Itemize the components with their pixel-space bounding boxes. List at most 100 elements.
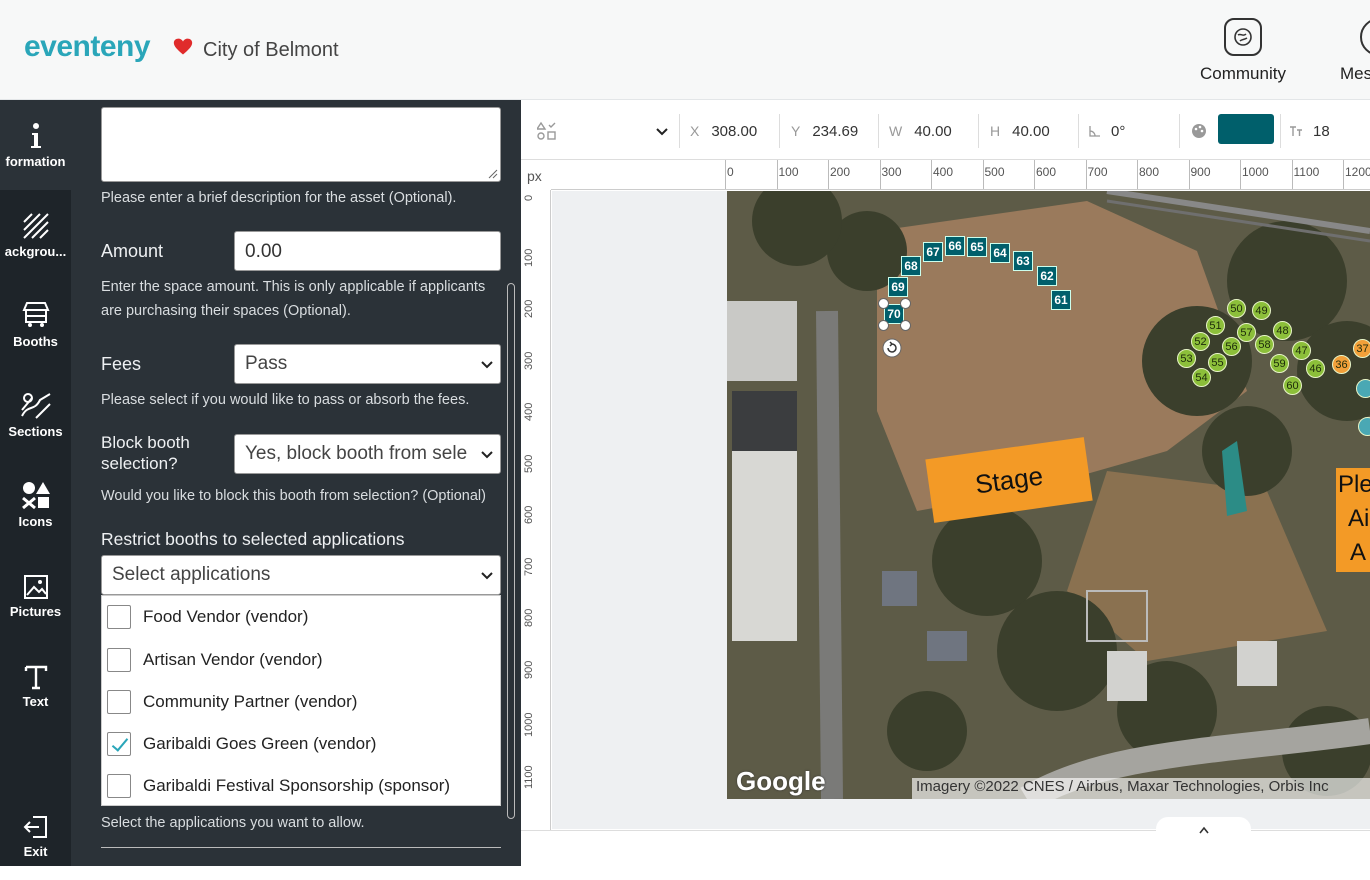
picture-icon bbox=[0, 566, 71, 600]
nav-community[interactable]: Community bbox=[1200, 18, 1286, 84]
resize-handle[interactable] bbox=[900, 320, 911, 331]
ruler-tick bbox=[879, 160, 881, 189]
checkbox-checked[interactable] bbox=[107, 732, 131, 756]
booth-partial[interactable] bbox=[1358, 417, 1370, 436]
separator bbox=[1179, 114, 1180, 148]
restrict-help: Select the applications you want to allo… bbox=[101, 815, 365, 831]
checkbox[interactable] bbox=[107, 648, 131, 672]
rail-text[interactable]: Text bbox=[0, 640, 71, 730]
booth-37[interactable]: 37 bbox=[1353, 339, 1370, 358]
shape-picker[interactable] bbox=[537, 116, 669, 146]
booth-47[interactable]: 47 bbox=[1292, 341, 1311, 360]
restrict-applications-select[interactable]: Select applications bbox=[101, 555, 501, 595]
organization-name: City of Belmont bbox=[203, 39, 339, 61]
booth-68[interactable]: 68 bbox=[901, 256, 921, 276]
booth-59[interactable]: 59 bbox=[1270, 354, 1289, 373]
rotation-field[interactable]: 0° bbox=[1089, 116, 1125, 146]
booth-partial[interactable] bbox=[1356, 379, 1370, 398]
resize-handle[interactable] bbox=[878, 320, 889, 331]
expand-bottom-button[interactable] bbox=[1156, 817, 1251, 841]
booth-46[interactable]: 46 bbox=[1306, 359, 1325, 378]
chevron-down-icon bbox=[656, 128, 668, 136]
description-textarea[interactable] bbox=[101, 107, 501, 182]
booth-69[interactable]: 69 bbox=[888, 277, 908, 297]
block-selected-value: Yes, block booth from sele bbox=[245, 443, 468, 464]
amount-help-line1: Enter the space amount. This is only app… bbox=[101, 279, 486, 295]
rail-background[interactable]: ackgrou... bbox=[0, 190, 71, 280]
h-key: H bbox=[990, 123, 1001, 139]
y-field[interactable]: Y 234.69 bbox=[791, 116, 858, 146]
booth-62[interactable]: 62 bbox=[1037, 266, 1057, 286]
application-option-label: Garibaldi Festival Sponsorship (sponsor) bbox=[143, 776, 451, 795]
rotate-handle-icon[interactable] bbox=[882, 338, 902, 358]
block-booth-select[interactable]: Yes, block booth from sele bbox=[234, 434, 501, 474]
palette-button[interactable] bbox=[1191, 116, 1207, 146]
font-size-icon bbox=[1290, 126, 1302, 136]
booth-58[interactable]: 58 bbox=[1255, 335, 1274, 354]
checkbox[interactable] bbox=[107, 690, 131, 714]
application-option[interactable]: Garibaldi Festival Sponsorship (sponsor) bbox=[107, 773, 450, 799]
ruler-tick bbox=[828, 160, 829, 189]
x-field[interactable]: X 308.00 bbox=[690, 116, 757, 146]
booth-57[interactable]: 57 bbox=[1237, 323, 1256, 342]
rail-background-label: ackgrou... bbox=[4, 244, 67, 259]
booth-66[interactable]: 66 bbox=[945, 236, 965, 256]
left-tool-rail: formation ackgrou... Booths Sections Ico… bbox=[0, 100, 71, 866]
resize-handle[interactable] bbox=[878, 298, 889, 309]
booth-65[interactable]: 65 bbox=[967, 237, 987, 257]
rail-pictures-label: Pictures bbox=[9, 604, 62, 619]
nav-messages[interactable]: Mes bbox=[1340, 18, 1370, 84]
rail-sections[interactable]: Sections bbox=[0, 370, 71, 460]
application-option[interactable]: Artisan Vendor (vendor) bbox=[107, 647, 323, 673]
booth-settings-panel: Please enter a brief description for the… bbox=[71, 100, 521, 866]
ruler-tick-label: 200 bbox=[523, 299, 535, 318]
font-size-field[interactable]: 18 bbox=[1289, 116, 1330, 146]
booth-61[interactable]: 61 bbox=[1051, 290, 1071, 310]
application-option[interactable]: Food Vendor (vendor) bbox=[107, 604, 308, 630]
booth-48[interactable]: 48 bbox=[1273, 321, 1292, 340]
text-icon bbox=[0, 656, 71, 690]
rail-information-label: formation bbox=[5, 154, 66, 169]
height-field[interactable]: H 40.00 bbox=[990, 116, 1050, 146]
fill-color-swatch[interactable] bbox=[1218, 114, 1274, 144]
width-field[interactable]: W 40.00 bbox=[889, 116, 952, 146]
panel-scrollbar[interactable] bbox=[507, 283, 515, 819]
booth-36[interactable]: 36 bbox=[1332, 355, 1351, 374]
booth-53[interactable]: 53 bbox=[1177, 349, 1196, 368]
rail-exit[interactable]: Exit bbox=[0, 790, 71, 880]
plaza-marker[interactable]: Ple Ai A bbox=[1336, 468, 1370, 572]
booth-60[interactable]: 60 bbox=[1283, 376, 1302, 395]
eventeny-logo[interactable]: eventeny bbox=[24, 30, 151, 64]
ruler-tick bbox=[1291, 160, 1293, 189]
application-option-label: Artisan Vendor (vendor) bbox=[143, 650, 323, 669]
fees-select[interactable]: Pass bbox=[234, 344, 501, 384]
map-attribution[interactable]: Imagery ©2022 CNES / Airbus, Maxar Techn… bbox=[912, 778, 1370, 799]
booth-63[interactable]: 63 bbox=[1013, 251, 1033, 271]
resize-grip-icon[interactable] bbox=[488, 169, 498, 179]
rail-pictures[interactable]: Pictures bbox=[0, 550, 71, 640]
booth-50[interactable]: 50 bbox=[1227, 299, 1246, 318]
booth-67[interactable]: 67 bbox=[923, 242, 943, 262]
booth-64[interactable]: 64 bbox=[990, 243, 1010, 263]
resize-handle[interactable] bbox=[900, 298, 911, 309]
x-value: 308.00 bbox=[711, 122, 758, 140]
booth-51[interactable]: 51 bbox=[1206, 316, 1225, 335]
application-option[interactable]: Community Partner (vendor) bbox=[107, 689, 357, 715]
application-option[interactable]: Garibaldi Goes Green (vendor) bbox=[107, 731, 376, 757]
checkbox[interactable] bbox=[107, 774, 131, 798]
rail-icons[interactable]: Icons bbox=[0, 460, 71, 550]
shapes-icon bbox=[0, 476, 71, 510]
booth-52[interactable]: 52 bbox=[1191, 332, 1210, 351]
booth-49[interactable]: 49 bbox=[1252, 301, 1271, 320]
checkbox[interactable] bbox=[107, 605, 131, 629]
angle-value: 0° bbox=[1111, 122, 1126, 140]
booth-56[interactable]: 56 bbox=[1222, 337, 1241, 356]
amount-input[interactable]: 0.00 bbox=[234, 231, 501, 271]
rail-booths[interactable]: Booths bbox=[0, 280, 71, 370]
top-header: eventeny City of Belmont Community Mes bbox=[0, 0, 1370, 100]
properties-toolbar: X 308.00 Y 234.69 W 40.00 H 40.00 0° 18 bbox=[521, 100, 1370, 160]
rail-information[interactable]: formation bbox=[0, 100, 71, 190]
booth-55[interactable]: 55 bbox=[1208, 353, 1227, 372]
booth-54[interactable]: 54 bbox=[1192, 368, 1211, 387]
chevron-down-icon bbox=[480, 447, 494, 461]
